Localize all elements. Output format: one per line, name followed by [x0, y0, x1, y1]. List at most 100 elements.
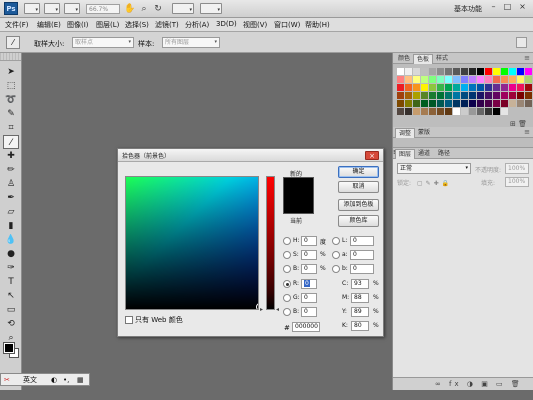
tab-styles[interactable]: 样式: [433, 54, 451, 64]
swatch[interactable]: [445, 100, 452, 107]
swatch[interactable]: [493, 76, 500, 83]
color-libraries-button[interactable]: 颜色库: [338, 215, 379, 227]
cancel-button[interactable]: 取消: [338, 181, 379, 193]
web-only-checkbox-box[interactable]: [125, 316, 133, 324]
swatch[interactable]: [493, 68, 500, 75]
swatch[interactable]: [421, 92, 428, 99]
swatch[interactable]: [453, 92, 460, 99]
swatch[interactable]: [517, 92, 524, 99]
swatch[interactable]: [453, 84, 460, 91]
swatch[interactable]: [501, 68, 508, 75]
swatch[interactable]: [397, 108, 404, 115]
lab-b-input[interactable]: 0: [350, 264, 374, 274]
swatch[interactable]: [493, 108, 500, 115]
swatch[interactable]: [461, 68, 468, 75]
swatch[interactable]: [469, 92, 476, 99]
hue-slider[interactable]: [266, 176, 275, 310]
ok-button[interactable]: 确定: [338, 166, 379, 178]
blend-mode-select[interactable]: 正常 ▾: [397, 163, 471, 174]
panel-toggle-button[interactable]: [516, 37, 527, 48]
swatch[interactable]: [453, 100, 460, 107]
tab-swatches[interactable]: 色板: [413, 54, 434, 64]
hue-slider-right-arrow-icon[interactable]: ◂: [276, 306, 279, 313]
swatch[interactable]: [397, 92, 404, 99]
cyan-input[interactable]: 93: [351, 279, 369, 289]
swatch[interactable]: [501, 100, 508, 107]
dialog-title-bar[interactable]: 拾色器（前景色） ×: [118, 149, 383, 162]
swatch[interactable]: [437, 108, 444, 115]
marquee-tool-icon[interactable]: ⬚: [3, 79, 19, 93]
swatch[interactable]: [421, 76, 428, 83]
swatch[interactable]: [501, 76, 508, 83]
swatch[interactable]: [477, 92, 484, 99]
tab-paths[interactable]: 路径: [435, 149, 453, 159]
swatch[interactable]: [461, 92, 468, 99]
swatch[interactable]: [477, 68, 484, 75]
eyedropper-tool-icon[interactable]: ⁄: [3, 135, 19, 149]
swatch[interactable]: [421, 84, 428, 91]
swatch[interactable]: [477, 76, 484, 83]
eyedropper-preset-icon[interactable]: ⁄: [6, 36, 20, 49]
hex-input[interactable]: 000000: [292, 322, 320, 332]
black-input[interactable]: 80: [351, 321, 369, 331]
menu-select[interactable]: 选择(S): [125, 20, 149, 30]
swatch[interactable]: [445, 68, 452, 75]
swatch[interactable]: [437, 100, 444, 107]
swatch[interactable]: [437, 76, 444, 83]
menu-help[interactable]: 帮助(H): [305, 20, 330, 30]
swatch[interactable]: [453, 76, 460, 83]
swatch[interactable]: [509, 84, 516, 91]
swatch[interactable]: [485, 100, 492, 107]
ime-punctuation-icon[interactable]: •,: [63, 375, 69, 385]
swatch[interactable]: [461, 108, 468, 115]
brightness-input[interactable]: 0: [301, 264, 317, 274]
swatch[interactable]: [405, 76, 412, 83]
web-only-checkbox[interactable]: 只有 Web 颜色: [125, 315, 183, 325]
swatch[interactable]: [469, 76, 476, 83]
layers-footer-icons[interactable]: ∞ fx ◑ ▣ ▭ 🗑: [393, 377, 533, 390]
swatch[interactable]: [509, 68, 516, 75]
swatch[interactable]: [509, 76, 516, 83]
swatch[interactable]: [501, 108, 508, 115]
tab-adjustments[interactable]: 调整: [395, 128, 416, 138]
swatch[interactable]: [445, 92, 452, 99]
swatch[interactable]: [429, 92, 436, 99]
swatch[interactable]: [429, 76, 436, 83]
swatch[interactable]: [405, 92, 412, 99]
swatch[interactable]: [421, 100, 428, 107]
swatch[interactable]: [405, 84, 412, 91]
ime-halfwidth-icon[interactable]: ◐: [51, 375, 57, 385]
swatch[interactable]: [445, 76, 452, 83]
swatch[interactable]: [477, 84, 484, 91]
swatch[interactable]: [469, 108, 476, 115]
mini-bridge-button[interactable]: ▾: [44, 3, 60, 14]
lab-b-radio[interactable]: [332, 265, 340, 273]
foreground-color-swatch[interactable]: [3, 342, 15, 354]
swatch[interactable]: [397, 68, 404, 75]
swatch[interactable]: [485, 92, 492, 99]
eraser-tool-icon[interactable]: ▱: [3, 205, 19, 219]
menu-analysis[interactable]: 分析(A): [185, 20, 209, 30]
red-radio[interactable]: [283, 280, 291, 288]
hue-slider-left-arrow-icon[interactable]: ▸: [260, 306, 263, 313]
swatch[interactable]: [509, 100, 516, 107]
swatch[interactable]: [445, 84, 452, 91]
blur-tool-icon[interactable]: 💧: [3, 233, 19, 247]
swatch[interactable]: [405, 108, 412, 115]
yellow-input[interactable]: 89: [351, 307, 369, 317]
tab-color[interactable]: 颜色: [395, 54, 413, 64]
swatch[interactable]: [501, 84, 508, 91]
swatch[interactable]: [525, 76, 532, 83]
swatch[interactable]: [525, 68, 532, 75]
tab-masks[interactable]: 蒙版: [415, 128, 433, 138]
menu-3d[interactable]: 3D(D): [216, 20, 237, 28]
tab-channels[interactable]: 通道: [415, 149, 433, 159]
ime-language[interactable]: 英文: [23, 375, 37, 385]
swatch[interactable]: [429, 68, 436, 75]
swatch[interactable]: [397, 100, 404, 107]
swatch[interactable]: [485, 84, 492, 91]
swatch[interactable]: [437, 68, 444, 75]
opacity-field[interactable]: 100%: [505, 163, 529, 174]
menu-image[interactable]: 图像(I): [67, 20, 89, 30]
swatch[interactable]: [453, 68, 460, 75]
